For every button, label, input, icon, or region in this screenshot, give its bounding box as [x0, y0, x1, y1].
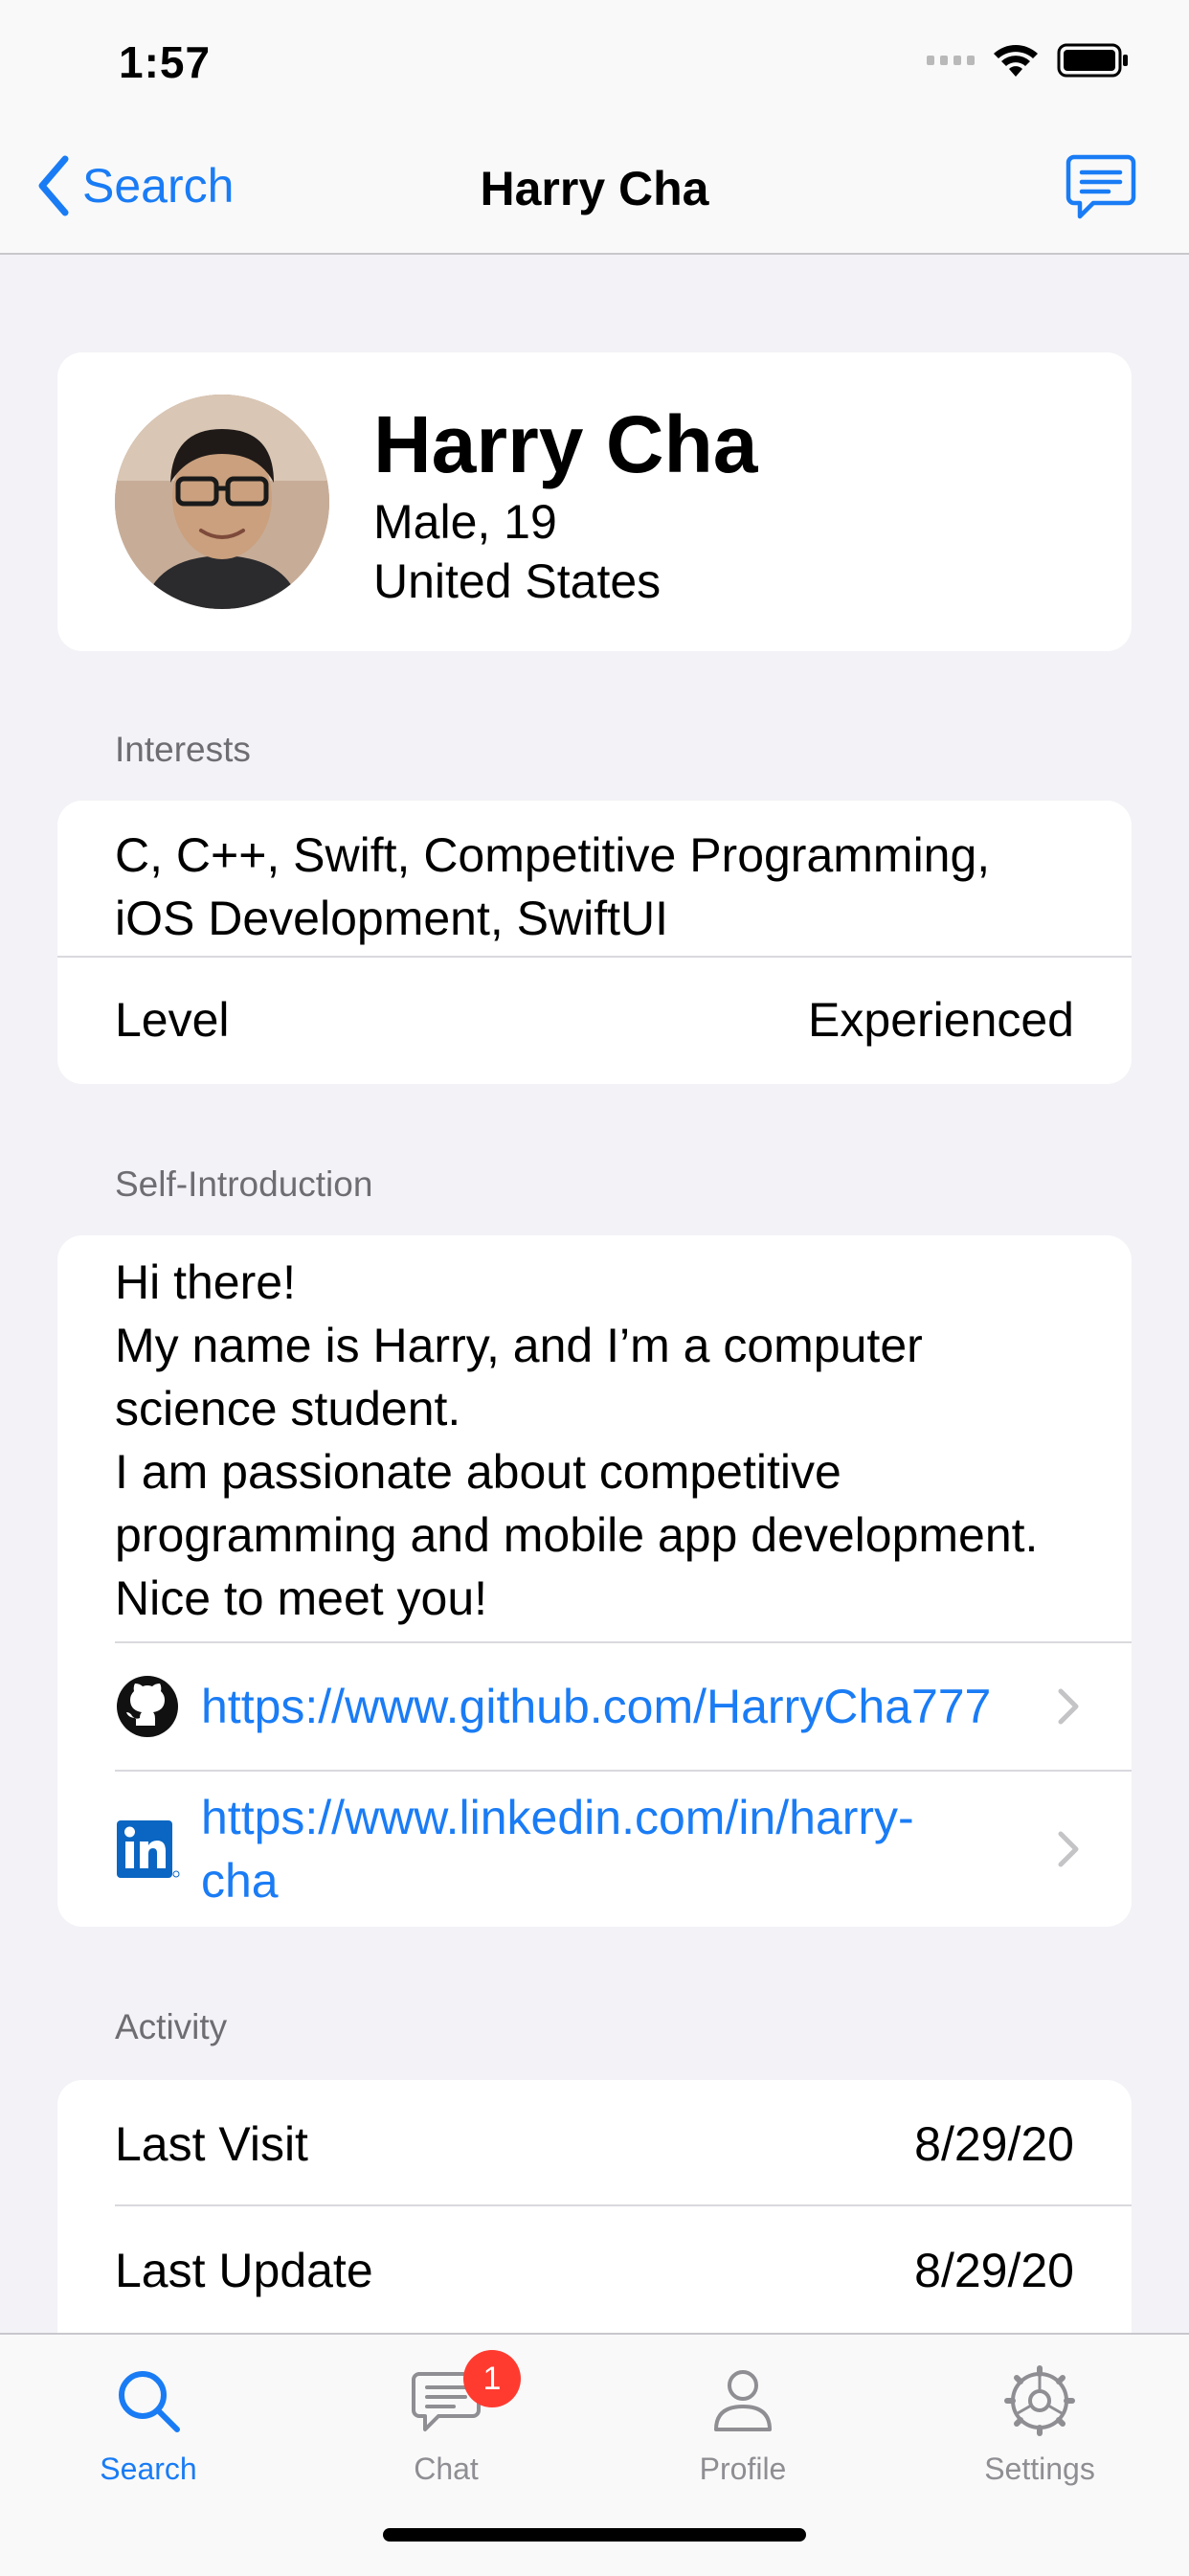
- cellular-signal-icon: [927, 56, 975, 65]
- status-bar: 1:57: [0, 0, 1189, 126]
- interests-line: C, C++, Swift, Competitive Programming,: [115, 828, 991, 882]
- last-visit-row: Last Visit 8/29/20: [115, 2116, 1074, 2172]
- interests-header: Interests: [115, 730, 251, 769]
- level-value: Experienced: [808, 993, 1074, 1047]
- intro-line: Hi there!: [115, 1255, 296, 1309]
- home-indicator: [383, 2528, 806, 2542]
- intro-line: My name is Harry, and I’m a computer: [115, 1319, 923, 1372]
- self-introduction-header: Self-Introduction: [115, 1164, 373, 1204]
- intro-line: programming and mobile app development.: [115, 1508, 1039, 1562]
- tab-search[interactable]: Search: [53, 2335, 244, 2487]
- last-update-row: Last Update 8/29/20: [115, 2243, 1074, 2298]
- profile-country: United States: [373, 554, 662, 608]
- level-label: Level: [115, 993, 230, 1047]
- message-icon: [1066, 154, 1136, 219]
- intro-line: I am passionate about competitive: [115, 1445, 841, 1499]
- linkedin-link-line: cha: [201, 1854, 279, 1908]
- github-link-row[interactable]: https://www.github.com/HarryCha777: [115, 1643, 1132, 1770]
- activity-card: Last Visit 8/29/20 Last Update 8/29/20: [57, 2080, 1132, 2367]
- self-introduction-card: Hi there! My name is Harry, and I’m a co…: [57, 1235, 1132, 1927]
- github-link[interactable]: https://www.github.com/HarryCha777: [201, 1675, 991, 1738]
- tab-profile[interactable]: Profile: [647, 2335, 839, 2487]
- tab-label: Profile: [699, 2452, 787, 2486]
- interests-card: C, C++, Swift, Competitive Programming, …: [57, 801, 1132, 1084]
- profile-card: Harry Cha Male, 19 United States: [57, 352, 1132, 651]
- divider: [57, 956, 1132, 958]
- activity-header: Activity: [115, 2007, 228, 2046]
- navigation-bar: Search Harry Cha: [0, 126, 1189, 255]
- nav-title: Harry Cha: [480, 162, 709, 215]
- linkedin-link-line: https://www.linkedin.com/in/harry-: [201, 1791, 914, 1844]
- level-row: Level Experienced: [115, 992, 1074, 1048]
- tab-settings[interactable]: Settings: [944, 2335, 1135, 2487]
- message-button[interactable]: [1065, 153, 1137, 227]
- interests-line: iOS Development, SwiftUI: [115, 892, 668, 945]
- search-icon: [119, 2371, 180, 2432]
- linkedin-link[interactable]: https://www.linkedin.com/in/harry- cha: [201, 1786, 914, 1912]
- linkedin-icon: [117, 1820, 180, 1878]
- last-update-label: Last Update: [115, 2244, 373, 2297]
- intro-line: science student.: [115, 1382, 461, 1435]
- gear-icon: [1004, 2365, 1075, 2436]
- tab-chat[interactable]: 1 Chat: [350, 2335, 542, 2487]
- status-time: 1:57: [119, 37, 212, 87]
- chevron-right-icon: [1058, 1688, 1079, 1725]
- interests-text: C, C++, Swift, Competitive Programming, …: [115, 824, 1074, 950]
- tab-label: Search: [100, 2452, 197, 2486]
- avatar: [115, 395, 329, 609]
- tab-label: Settings: [984, 2452, 1095, 2486]
- profile-gender-age: Male, 19: [373, 495, 557, 549]
- status-icons: [927, 42, 1130, 79]
- wifi-icon: [994, 45, 1038, 77]
- profile-name: Harry Cha: [373, 399, 758, 489]
- chat-badge: 1: [463, 2350, 521, 2407]
- self-introduction-text: Hi there! My name is Harry, and I’m a co…: [115, 1251, 1074, 1630]
- chevron-right-icon: [1058, 1831, 1079, 1867]
- last-visit-value: 8/29/20: [914, 2117, 1074, 2171]
- person-icon: [714, 2370, 772, 2431]
- github-icon: [117, 1676, 178, 1737]
- battery-icon: [1057, 43, 1128, 78]
- intro-line: Nice to meet you!: [115, 1571, 488, 1625]
- last-visit-label: Last Visit: [115, 2117, 308, 2171]
- divider: [115, 2204, 1132, 2206]
- tab-label: Chat: [414, 2452, 479, 2486]
- linkedin-link-row[interactable]: https://www.linkedin.com/in/harry- cha: [115, 1772, 1132, 1927]
- last-update-value: 8/29/20: [914, 2244, 1074, 2297]
